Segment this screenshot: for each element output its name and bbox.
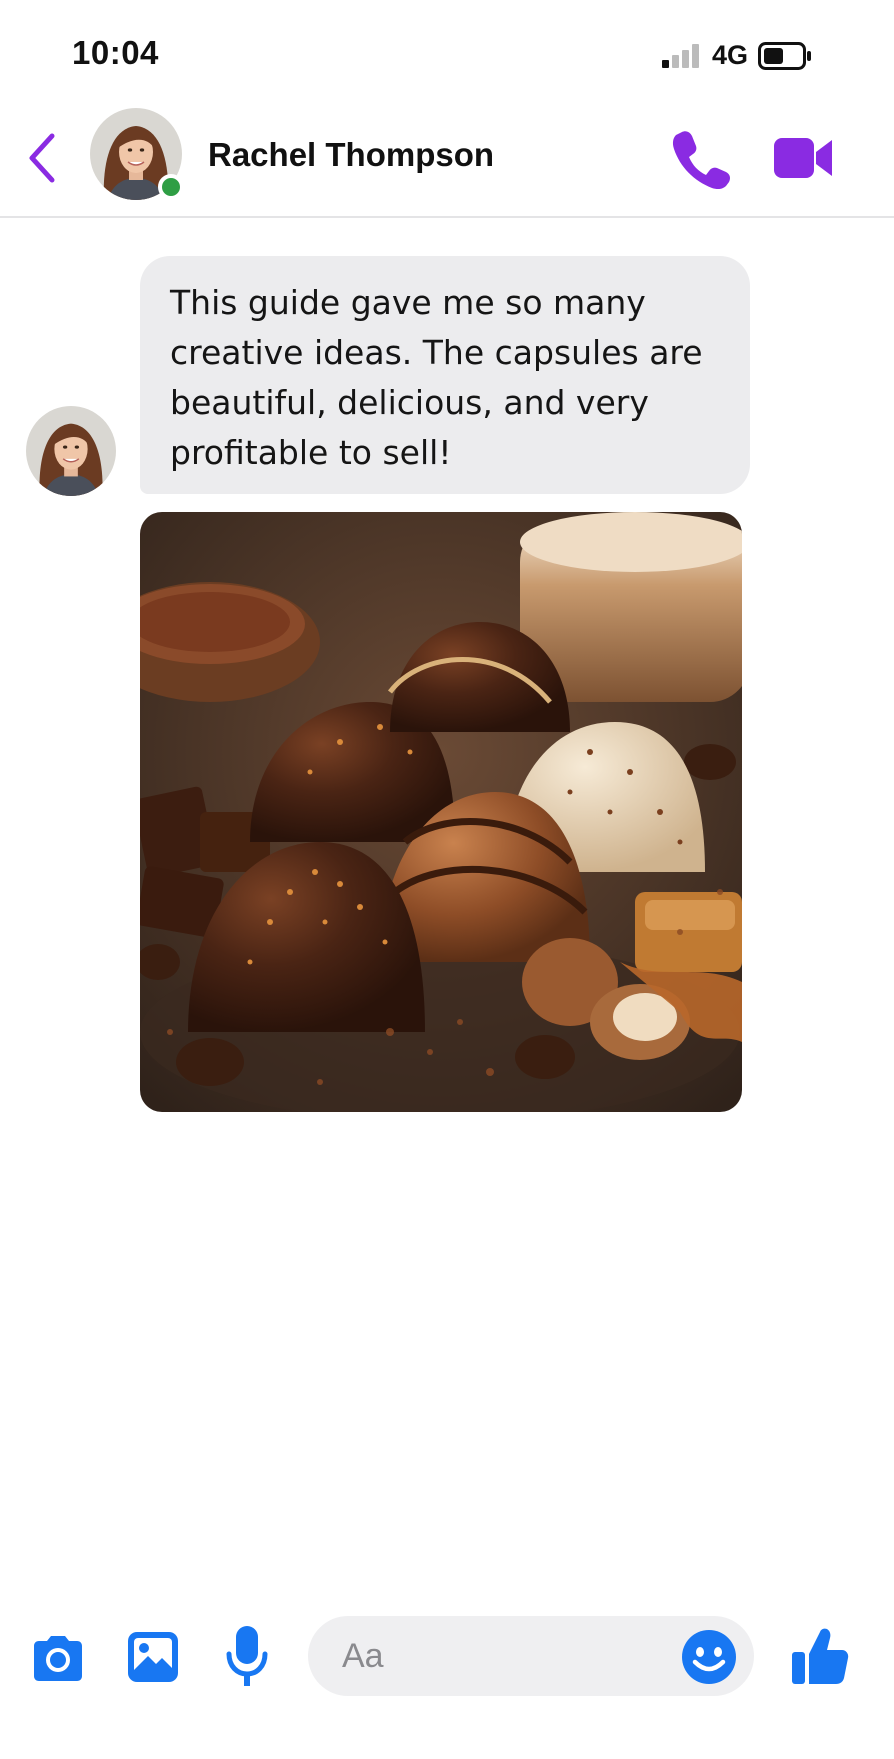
sender-photo [26, 406, 116, 496]
gallery-icon[interactable] [126, 1630, 180, 1684]
message-input-pill[interactable] [308, 1616, 754, 1696]
message-text: This guide gave me so many creative idea… [170, 283, 703, 472]
contact-avatar[interactable] [90, 108, 184, 200]
status-bar: 10:04 4G [0, 0, 894, 100]
back-icon[interactable] [22, 130, 62, 186]
online-status-dot [158, 174, 184, 200]
message-image[interactable] [140, 512, 742, 1112]
emoji-icon[interactable] [680, 1628, 738, 1686]
microphone-icon[interactable] [224, 1624, 270, 1690]
contact-name[interactable]: Rachel Thompson [208, 136, 494, 174]
message-bubble[interactable]: This guide gave me so many creative idea… [140, 256, 750, 494]
camera-icon[interactable] [30, 1634, 86, 1682]
phone-icon[interactable] [668, 126, 734, 192]
message-sender-avatar[interactable] [26, 406, 116, 496]
battery-icon [758, 42, 811, 70]
status-time: 10:04 [72, 34, 159, 71]
network-type: 4G [712, 40, 749, 70]
message-input[interactable] [342, 1630, 662, 1682]
chat-header: Rachel Thompson [0, 100, 894, 218]
signal-icon [662, 44, 699, 68]
chocolate-photo [140, 512, 742, 1112]
video-camera-icon[interactable] [772, 130, 834, 186]
thumbs-up-icon[interactable] [790, 1626, 850, 1686]
message-composer [0, 1610, 894, 1700]
